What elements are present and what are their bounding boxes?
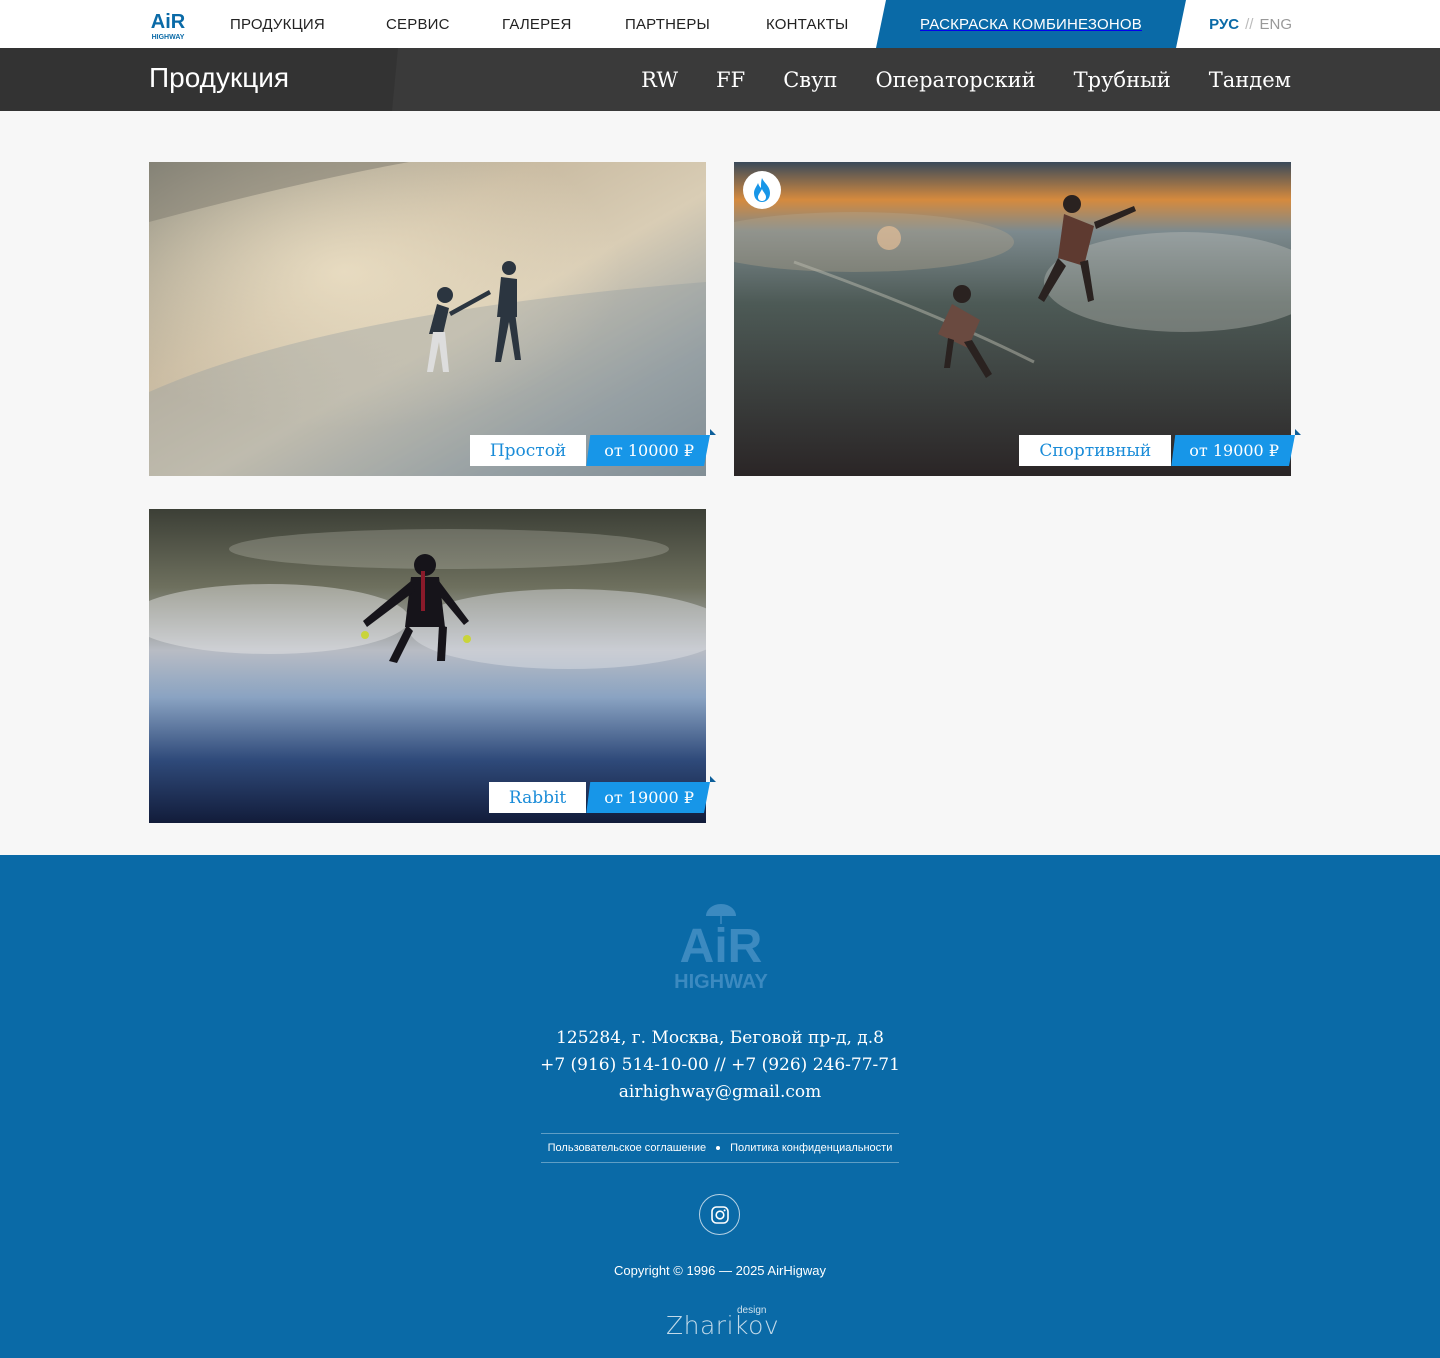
product-price: от 10000 ₽ [586,435,710,466]
email-link[interactable]: airhighway@gmail.com [0,1079,1440,1106]
language-switcher: РУС // ENG [1209,0,1292,48]
product-tag: Спортивный от 19000 ₽ [1019,429,1301,466]
legal-links: Пользовательское соглашение Политика кон… [541,1133,899,1163]
nav-contacts[interactable]: КОНТАКТЫ [766,16,849,33]
tab-rw[interactable]: RW [641,68,678,92]
page-title: Продукция [149,62,290,93]
designer-credit[interactable]: Zharikov design [666,1305,779,1341]
tab-tandem[interactable]: Тандем [1209,68,1291,92]
svg-text:HIGHWAY: HIGHWAY [674,971,768,993]
svg-text:AiR: AiR [680,920,763,973]
tag-fold [1295,429,1301,435]
tab-tunnel[interactable]: Трубный [1074,68,1171,92]
phone-numbers[interactable]: +7 (916) 514-10-00 // +7 (926) 246-77-71 [0,1052,1440,1079]
footer-logo[interactable]: AiR HIGHWAY [668,900,774,994]
product-card-sport[interactable]: Спортивный от 19000 ₽ [734,162,1301,476]
instagram-button[interactable] [699,1194,740,1235]
logo[interactable]: AiR HIGHWAY [149,6,187,42]
svg-text:AiR: AiR [151,11,186,33]
contact-info: 125284, г. Москва, Беговой пр-д, д.8 +7 … [0,1025,1440,1106]
section-header: Продукция RW FF Свуп Операторский Трубны… [0,48,1440,120]
nav-gallery[interactable]: ГАЛЕРЕЯ [502,16,572,33]
tab-swoop[interactable]: Свуп [783,68,837,92]
product-tag: Простой от 10000 ₽ [469,429,716,466]
product-name: Простой [469,435,587,466]
tag-fold [710,776,716,782]
instagram-icon [710,1205,729,1224]
link-separator-dot [716,1146,721,1150]
top-navigation-bar: AiR HIGHWAY ПРОДУКЦИЯ СЕРВИС ГАЛЕРЕЯ ПАР… [0,0,1440,48]
footer: AiR HIGHWAY 125284, г. Москва, Беговой п… [0,855,1440,1358]
category-tabs: RW FF Свуп Операторский Трубный Тандем [641,48,1291,120]
nav-service[interactable]: СЕРВИС [386,16,450,33]
product-card-simple[interactable]: Простой от 10000 ₽ [149,162,716,476]
designer-label: design [737,1305,767,1316]
tab-camera[interactable]: Операторский [875,68,1035,92]
hot-badge [743,171,781,209]
nav-products[interactable]: ПРОДУКЦИЯ [230,16,325,33]
product-name: Спортивный [1019,435,1172,466]
nav-partners[interactable]: ПАРТНЕРЫ [625,16,710,33]
privacy-link[interactable]: Политика конфиденциальности [730,1142,892,1154]
product-price: от 19000 ₽ [1171,435,1295,466]
product-image [149,162,706,476]
lang-ru[interactable]: РУС [1209,16,1239,33]
address: 125284, г. Москва, Беговой пр-д, д.8 [556,1028,884,1048]
lang-separator: // [1245,15,1254,33]
nav-suit-painting[interactable]: РАСКРАСКА КОМБИНЕЗОНОВ [876,0,1186,48]
product-image [149,509,706,823]
nav-suit-painting-label: РАСКРАСКА КОМБИНЕЗОНОВ [920,15,1142,33]
product-tag: Rabbit от 19000 ₽ [488,776,716,813]
terms-link[interactable]: Пользовательское соглашение [548,1142,706,1154]
svg-text:HIGHWAY: HIGHWAY [152,34,185,41]
product-image [734,162,1291,476]
flame-icon [754,178,770,202]
product-card-rabbit[interactable]: Rabbit от 19000 ₽ [149,509,716,823]
product-name: Rabbit [488,782,587,813]
lang-en[interactable]: ENG [1259,16,1292,33]
copyright: Copyright © 1996 — 2025 AirHigway [614,1263,826,1278]
tag-fold [710,429,716,435]
tab-ff[interactable]: FF [716,68,745,120]
product-price: от 19000 ₽ [586,782,710,813]
